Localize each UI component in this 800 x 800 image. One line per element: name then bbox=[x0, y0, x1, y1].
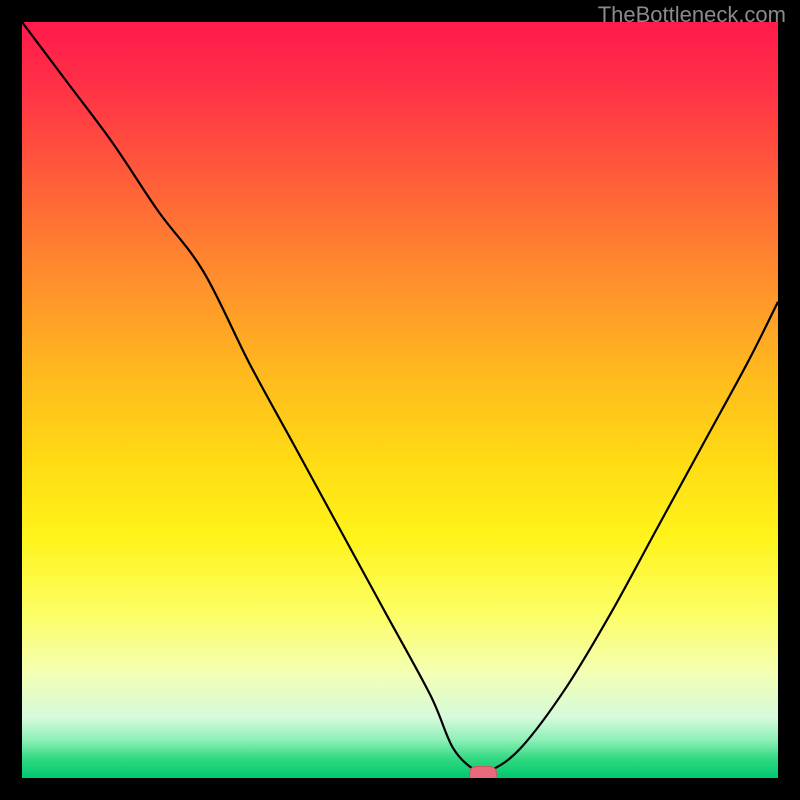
curve-path bbox=[22, 22, 778, 773]
chart-frame: TheBottleneck.com bbox=[0, 0, 800, 800]
plot-area bbox=[22, 22, 778, 778]
watermark-text: TheBottleneck.com bbox=[598, 2, 786, 28]
bottleneck-curve-line bbox=[22, 22, 778, 778]
optimal-point-marker bbox=[469, 766, 497, 778]
